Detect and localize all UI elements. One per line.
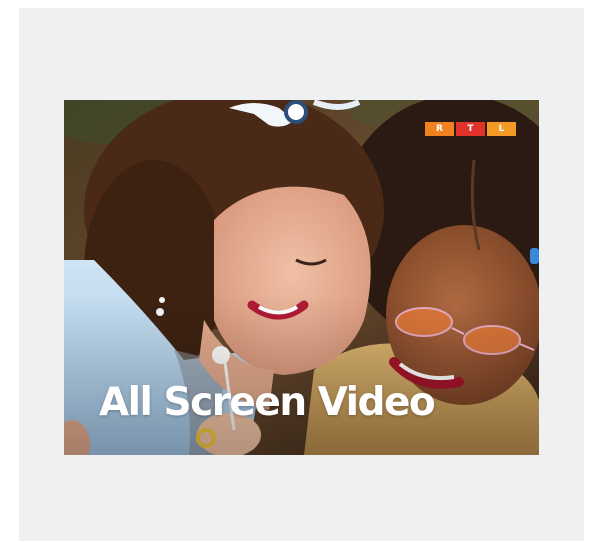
ad-container: R T L All Screen Video (19, 8, 584, 541)
rtl-logo-letter-t: T (456, 122, 485, 136)
page: R T L All Screen Video (0, 0, 593, 542)
video-ad-card[interactable]: R T L All Screen Video (64, 100, 539, 455)
rtl-logo-letter-l: L (487, 122, 516, 136)
ad-headline: All Screen Video (99, 380, 436, 425)
rtl-logo: R T L (425, 122, 516, 136)
rtl-logo-letter-r: R (425, 122, 454, 136)
